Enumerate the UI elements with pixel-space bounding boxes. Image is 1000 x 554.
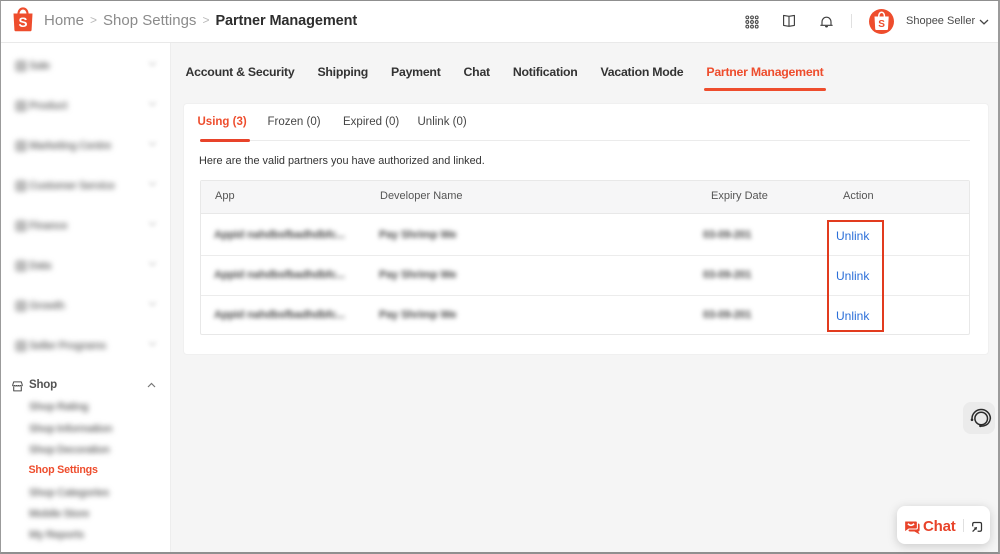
- svg-text:S: S: [18, 15, 27, 30]
- svg-text:S: S: [878, 19, 885, 30]
